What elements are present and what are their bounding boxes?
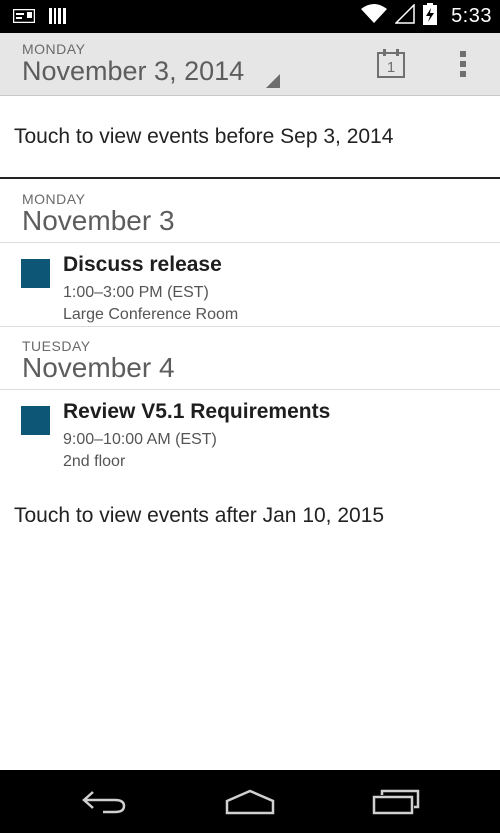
day-header-weekday: TUESDAY <box>22 338 91 354</box>
event-title: Discuss release <box>63 253 222 276</box>
spinner-arrow-icon <box>266 74 280 88</box>
event-color-swatch <box>21 406 50 435</box>
wifi-icon <box>361 4 388 29</box>
event-time: 9:00–10:00 AM (EST) <box>63 431 217 448</box>
back-button[interactable] <box>74 782 134 822</box>
overflow-menu-icon <box>460 51 466 77</box>
day-header: TUESDAY November 4 <box>0 328 500 390</box>
load-earlier-events[interactable]: Touch to view events before Sep 3, 2014 <box>0 97 500 179</box>
event-color-swatch <box>21 259 50 288</box>
date-spinner[interactable]: MONDAY November 3, 2014 <box>22 41 287 93</box>
load-later-events[interactable]: Touch to view events after Jan 10, 2015 <box>0 490 500 550</box>
today-icon-number: 1 <box>387 59 395 76</box>
status-bar: 5:33 <box>0 0 500 33</box>
event-title: Review V5.1 Requirements <box>63 400 331 423</box>
action-bar-day-label: MONDAY <box>22 41 86 57</box>
navigation-bar <box>0 770 500 833</box>
day-header-date: November 4 <box>22 352 175 383</box>
calendar-agenda-screen: 5:33 MONDAY November 3, 2014 1 Touch to … <box>0 0 500 833</box>
home-button[interactable] <box>220 782 280 822</box>
event-item[interactable]: Review V5.1 Requirements 9:00–10:00 AM (… <box>0 391 500 474</box>
home-icon <box>225 789 275 815</box>
day-header-date: November 3 <box>22 205 175 236</box>
notification-barcode-icon <box>46 7 70 25</box>
event-location: 2nd floor <box>63 453 126 470</box>
action-bar: MONDAY November 3, 2014 1 <box>0 33 500 96</box>
day-header-weekday: MONDAY <box>22 191 86 207</box>
battery-charging-icon <box>423 3 438 30</box>
notification-message-icon <box>12 7 36 25</box>
event-time: 1:00–3:00 PM (EST) <box>63 284 209 301</box>
system-status-area: 5:33 <box>361 0 492 33</box>
action-bar-date-label: November 3, 2014 <box>22 56 245 86</box>
calendar-today-icon: 1 <box>377 49 405 78</box>
signal-icon <box>394 3 415 29</box>
notification-area <box>12 7 70 25</box>
overflow-menu-button[interactable] <box>446 43 480 85</box>
recent-apps-icon <box>372 789 420 815</box>
recent-apps-button[interactable] <box>366 782 426 822</box>
back-icon <box>82 791 126 814</box>
event-location: Large Conference Room <box>63 306 239 323</box>
today-button[interactable]: 1 <box>366 43 416 85</box>
event-item[interactable]: Discuss release 1:00–3:00 PM (EST) Large… <box>0 244 500 327</box>
day-header: MONDAY November 3 <box>0 181 500 243</box>
status-clock: 5:33 <box>451 5 492 27</box>
